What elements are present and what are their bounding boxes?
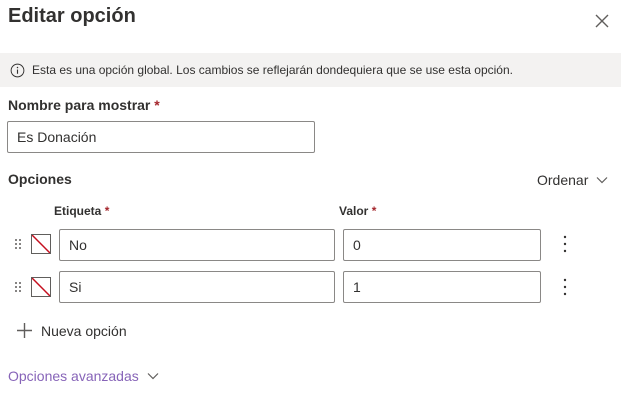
option-value-value: 1: [353, 279, 361, 295]
advanced-options-label: Opciones avanzadas: [8, 368, 139, 384]
more-vertical-icon[interactable]: [560, 234, 570, 254]
plus-icon: [17, 323, 32, 338]
add-option-button[interactable]: Nueva opción: [16, 322, 127, 339]
options-label: Opciones: [8, 171, 72, 187]
no-color-icon: [32, 278, 50, 296]
option-value-input[interactable]: 0: [343, 229, 541, 261]
option-value-value: 0: [353, 237, 361, 253]
option-label-value: No: [69, 237, 87, 253]
required-mark: *: [154, 97, 160, 113]
chevron-down-icon: [596, 177, 608, 184]
drag-handle-icon[interactable]: [14, 281, 22, 293]
panel-title: Editar opción: [8, 5, 136, 27]
info-icon: [10, 63, 25, 77]
column-header-value: Valor *: [339, 204, 377, 218]
color-picker-button[interactable]: [31, 277, 51, 297]
sort-button[interactable]: Ordenar: [537, 172, 608, 188]
advanced-options-toggle[interactable]: Opciones avanzadas: [8, 368, 159, 384]
close-icon[interactable]: [592, 11, 612, 31]
display-name-input[interactable]: Es Donación: [7, 121, 315, 153]
banner-text: Esta es una opción global. Los cambios s…: [32, 63, 513, 77]
add-option-label: Nueva opción: [41, 322, 127, 339]
sort-label: Ordenar: [537, 172, 589, 188]
info-banner: Esta es una opción global. Los cambios s…: [0, 53, 621, 87]
display-name-value: Es Donación: [17, 129, 97, 145]
option-label-value: Si: [69, 279, 82, 295]
more-vertical-icon[interactable]: [560, 277, 570, 297]
no-color-icon: [32, 235, 50, 253]
required-mark: *: [104, 204, 110, 218]
option-value-input[interactable]: 1: [343, 271, 541, 303]
required-mark: *: [371, 204, 377, 218]
drag-handle-icon[interactable]: [14, 238, 22, 250]
display-name-label: Nombre para mostrar *: [8, 97, 160, 113]
option-label-input[interactable]: No: [59, 229, 335, 261]
option-label-input[interactable]: Si: [59, 271, 335, 303]
column-header-label: Etiqueta *: [54, 204, 110, 218]
chevron-down-icon: [147, 373, 159, 380]
color-picker-button[interactable]: [31, 234, 51, 254]
